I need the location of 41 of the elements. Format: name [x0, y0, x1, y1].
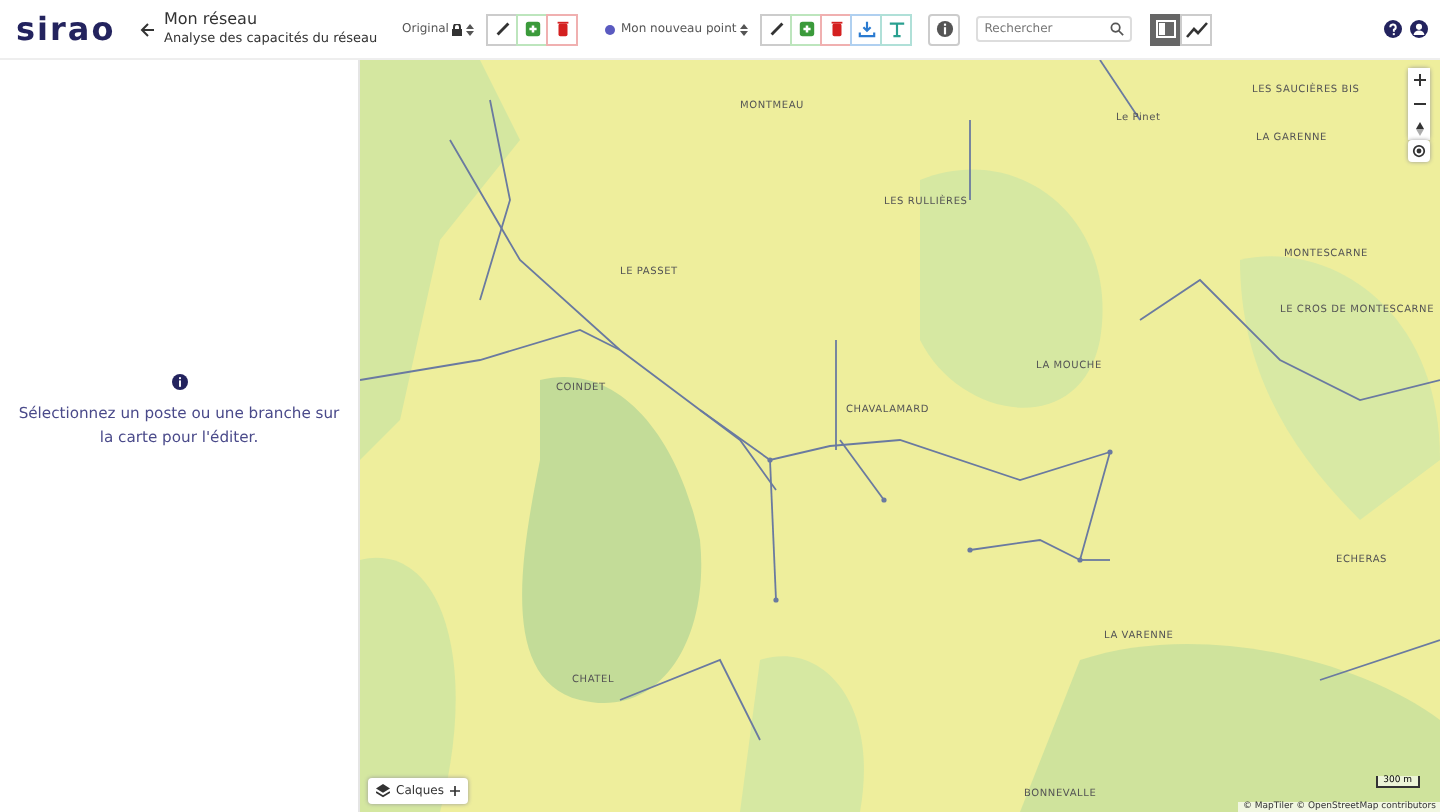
info-icon	[935, 20, 954, 38]
chart-view-button[interactable]	[1180, 13, 1213, 45]
compass-icon	[1415, 121, 1423, 135]
edit-button[interactable]	[486, 13, 519, 45]
pencil-icon	[767, 20, 786, 38]
minus-icon	[1413, 98, 1425, 110]
plus-icon	[1413, 74, 1425, 86]
add-icon	[523, 20, 542, 38]
info-button[interactable]	[928, 13, 961, 45]
back-arrow-icon[interactable]	[140, 21, 156, 37]
plus-icon	[449, 786, 460, 796]
locate-button[interactable]	[1408, 140, 1430, 162]
pencil-icon	[493, 20, 512, 38]
add-icon	[797, 20, 816, 38]
page-title: Mon réseau	[164, 10, 260, 28]
locate-icon	[1412, 144, 1426, 158]
info-icon	[171, 373, 187, 390]
edit-button[interactable]	[760, 13, 793, 45]
delete-button[interactable]	[546, 13, 579, 45]
point-icon	[604, 23, 617, 35]
line-chart-icon	[1185, 21, 1208, 37]
download-button[interactable]	[850, 13, 883, 45]
add-button[interactable]	[790, 13, 823, 45]
filter-button[interactable]	[880, 13, 913, 45]
user-icon[interactable]	[1410, 20, 1428, 38]
layers-icon	[376, 784, 390, 798]
help-icon[interactable]	[1384, 20, 1402, 38]
columns-icon	[1156, 20, 1177, 38]
download-icon	[857, 20, 876, 38]
sort-caret-icon	[740, 23, 749, 35]
compass-button[interactable]	[1408, 116, 1430, 140]
trash-icon	[827, 20, 846, 38]
add-button[interactable]	[516, 13, 549, 45]
search-icon	[1110, 22, 1125, 36]
panel-view-button[interactable]	[1150, 13, 1183, 45]
zoom-in-button[interactable]	[1408, 68, 1430, 92]
logo: sirao	[16, 9, 118, 49]
sort-caret-icon	[466, 23, 475, 35]
filter-icon	[887, 20, 906, 38]
trash-icon	[553, 20, 572, 38]
delete-button[interactable]	[820, 13, 853, 45]
